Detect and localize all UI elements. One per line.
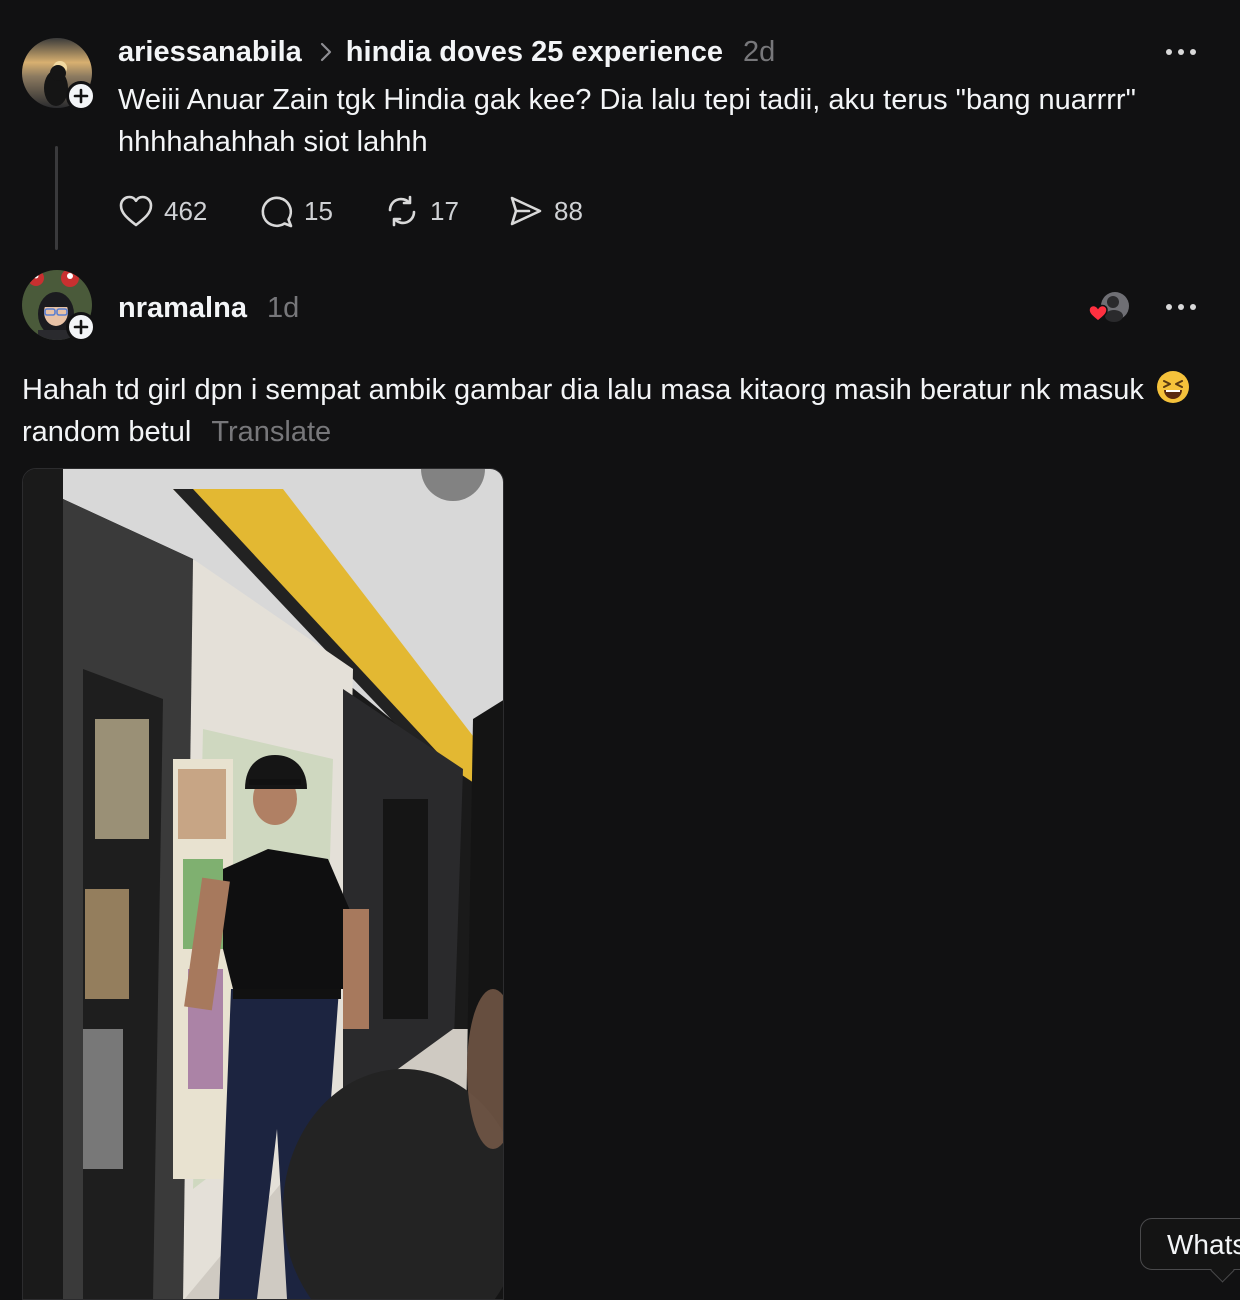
- share-button[interactable]: 88: [508, 192, 583, 230]
- liked-by-avatar[interactable]: [1086, 290, 1132, 326]
- post-text-end: random betul: [22, 416, 192, 448]
- like-count: 462: [164, 195, 208, 226]
- post-time: 2d: [742, 35, 776, 68]
- dot-icon: [1178, 49, 1184, 55]
- grinning-squinting-emoji: [1156, 370, 1190, 404]
- like-button[interactable]: 462: [118, 192, 207, 230]
- dot-icon: [1190, 49, 1196, 55]
- post-text-main: Hahah td girl dpn i sempat ambik gambar …: [22, 374, 1144, 406]
- post-header: nramalna 1d: [118, 288, 299, 328]
- tooltip-text: Whats: [1167, 1229, 1240, 1260]
- chevron-right-icon: [320, 42, 332, 62]
- post-text: Weiii Anuar Zain tgk Hindia gak kee? Dia…: [118, 84, 1136, 158]
- repost-button[interactable]: 17: [384, 192, 459, 230]
- reply-count: 15: [304, 195, 333, 226]
- follow-button[interactable]: [66, 312, 96, 342]
- send-icon: [510, 196, 542, 226]
- post-text: Hahah td girl dpn i sempat ambik gambar …: [22, 369, 1212, 453]
- heart-icon: [1088, 304, 1108, 322]
- repost-count: 17: [430, 195, 459, 226]
- dot-icon: [1178, 304, 1184, 310]
- dot-icon: [1190, 304, 1196, 310]
- heart-icon: [119, 195, 153, 227]
- thread-line: [55, 146, 58, 250]
- post-time: 1d: [266, 291, 300, 324]
- translate-link[interactable]: Translate: [211, 416, 331, 448]
- community-name[interactable]: hindia doves 25 experience: [346, 36, 723, 69]
- more-options-button[interactable]: [1166, 49, 1196, 55]
- comment-icon: [261, 196, 293, 228]
- username[interactable]: nramalna: [118, 292, 247, 325]
- dot-icon: [1166, 49, 1172, 55]
- repost-icon: [388, 195, 416, 227]
- more-options-button[interactable]: [1166, 304, 1196, 310]
- follow-button[interactable]: [66, 81, 96, 111]
- username[interactable]: ariessanabila: [118, 36, 302, 69]
- share-count: 88: [554, 195, 583, 226]
- plus-icon: [73, 319, 89, 335]
- plus-icon: [73, 88, 89, 104]
- photo-image: [23, 469, 503, 1299]
- post-header: ariessanabila hindia doves 25 experience…: [118, 32, 775, 72]
- post-photo[interactable]: [22, 468, 504, 1300]
- reply-button[interactable]: 15: [258, 192, 333, 230]
- dot-icon: [1166, 304, 1172, 310]
